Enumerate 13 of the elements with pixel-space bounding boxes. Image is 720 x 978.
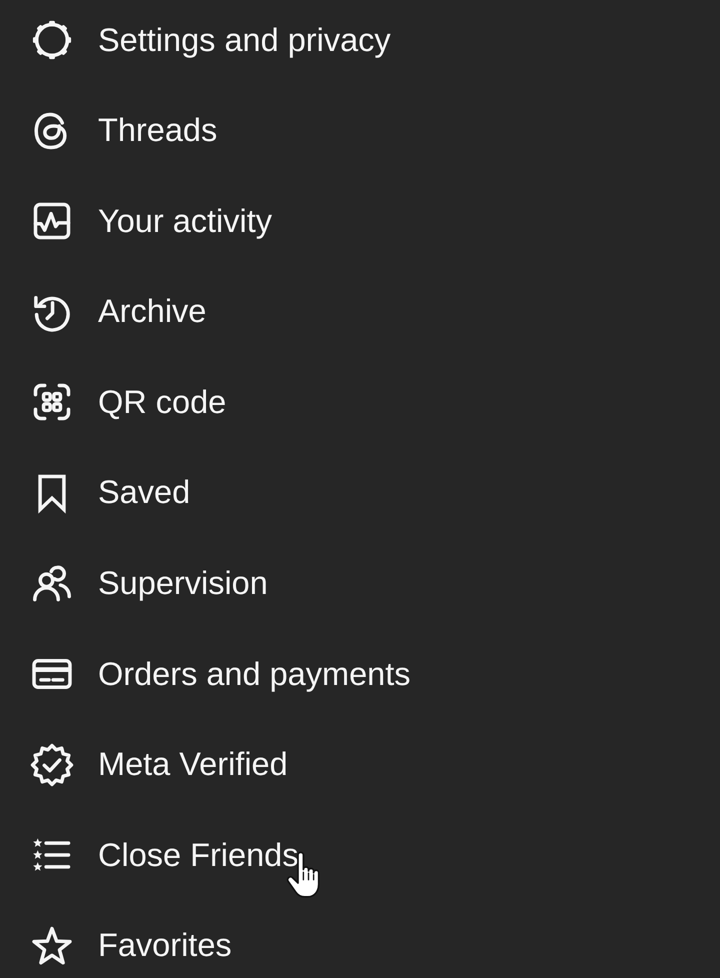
menu-item[interactable]: QR code xyxy=(0,379,720,426)
menu-item[interactable]: Supervision xyxy=(0,560,720,607)
menu-item[interactable]: Archive xyxy=(0,288,720,335)
menu-item[interactable]: Threads xyxy=(0,108,720,154)
menu-item[interactable]: Meta Verified xyxy=(0,742,720,788)
menu-item[interactable]: Settings and privacy xyxy=(0,17,720,63)
menu-item[interactable]: Orders and payments xyxy=(0,651,720,698)
menu-item[interactable]: Favorites xyxy=(0,922,720,969)
menu-item[interactable]: Close Friends xyxy=(0,832,720,878)
settings-icon xyxy=(30,18,74,62)
menu-item[interactable]: Saved xyxy=(0,470,720,516)
menu-item[interactable]: Your activity xyxy=(0,198,720,244)
verified-badge-icon xyxy=(30,742,74,787)
